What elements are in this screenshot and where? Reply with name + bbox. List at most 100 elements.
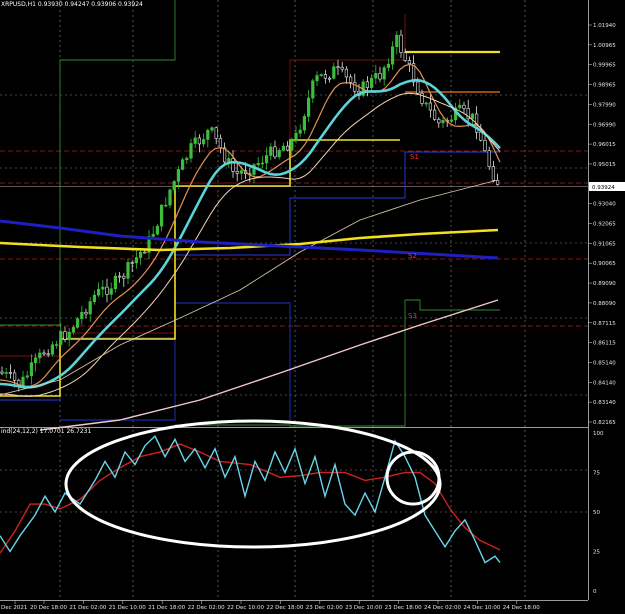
candle-body	[495, 180, 500, 185]
candle-body	[33, 357, 38, 364]
candle-body	[264, 155, 269, 164]
candle-body	[332, 66, 336, 79]
price-tick-label: 0.85140	[593, 360, 616, 366]
price-tick-label: 0.95015	[593, 162, 616, 168]
candle-body	[382, 67, 386, 80]
candle-body	[344, 68, 349, 78]
candle-body	[260, 162, 265, 165]
candle-body	[185, 157, 189, 161]
candle-body	[340, 66, 344, 70]
time-tick-label: 22 Dec 02:00	[188, 605, 225, 611]
candle-body	[13, 372, 17, 381]
candle-body	[407, 60, 412, 64]
candle-body	[298, 129, 302, 134]
price-axis: 1.01940 1.00965 0.99965 0.98965 0.97990 0.969…	[588, 23, 616, 426]
candle-body	[269, 146, 273, 156]
candle-body	[487, 150, 491, 167]
candle-body	[143, 251, 147, 254]
candle-body	[336, 66, 340, 69]
candle-body	[8, 372, 13, 374]
candle-body	[176, 169, 181, 182]
candle-body	[416, 81, 420, 94]
candle-body	[374, 73, 378, 79]
candle-body	[0, 371, 4, 374]
pivot-label-s1: S1	[410, 153, 419, 161]
time-tick-label: 22 Dec 18:00	[266, 605, 303, 611]
candle-body	[193, 137, 197, 144]
candle-body	[118, 275, 122, 278]
candle-body	[353, 82, 357, 92]
time-tick-label: 24 Dec 02:00	[424, 605, 461, 611]
candle-body	[441, 120, 445, 124]
candle-body	[4, 372, 8, 374]
candle-body	[311, 80, 315, 99]
price-tick-label: 0.87115	[593, 321, 616, 327]
candle-body	[231, 158, 235, 172]
symbol-title: XRPUSD,H1 0.93930 0.94247 0.93906 0.9392…	[1, 1, 143, 8]
candle-body	[155, 225, 160, 235]
candle-body	[458, 104, 462, 109]
time-tick-label: 23 Dec 18:00	[385, 605, 422, 611]
price-tick-label: 0.91065	[593, 241, 616, 247]
price-tick-label: 0.92065	[593, 222, 616, 228]
candle-body	[306, 97, 311, 117]
candle-body	[122, 275, 126, 279]
candle-body	[479, 131, 483, 141]
price-tick-label: 0.93040	[593, 202, 616, 208]
candle-body	[139, 251, 143, 258]
candle-body	[134, 257, 139, 264]
candle-body	[54, 344, 59, 346]
candle-body	[168, 189, 172, 206]
time-tick-label: 24 Dec 10:00	[463, 605, 500, 611]
oscillator-tick-label: 100	[593, 431, 604, 437]
candle-body	[239, 170, 244, 174]
indicator-title: ind(24,12,2) 17.0701 26.7231	[1, 428, 91, 435]
oscillator-tick-label: 50	[593, 510, 600, 516]
candle-body	[428, 102, 433, 111]
candle-body	[302, 116, 307, 131]
price-tick-label: 1.00965	[593, 43, 616, 49]
candle-body	[294, 132, 298, 141]
price-chart[interactable]: 1.01940 1.00965 0.99965 0.98965 0.97990 0.969…	[0, 0, 625, 614]
time-tick-label: 21 Dec 18:00	[148, 605, 185, 611]
oscillator-tick-label: 0	[593, 589, 597, 595]
price-tick-label: 0.97990	[593, 102, 616, 108]
price-tick-label: 0.96990	[593, 122, 616, 128]
candle-body	[67, 331, 71, 340]
candle-body	[42, 352, 46, 355]
candle-body	[92, 294, 96, 302]
candle-body	[197, 137, 202, 145]
candle-body	[214, 127, 218, 139]
candle-body	[285, 145, 290, 151]
candle-body	[319, 74, 323, 76]
candle-body	[390, 46, 395, 65]
candle-body	[38, 352, 42, 359]
candle-body	[113, 275, 117, 290]
candle-body	[399, 34, 403, 53]
candle-body	[71, 327, 75, 333]
candle-body	[63, 331, 67, 340]
time-tick-label: 23 Dec 10:00	[345, 605, 382, 611]
candle-body	[403, 52, 407, 61]
candle-body	[432, 109, 437, 120]
candle-body	[323, 74, 328, 79]
candle-body	[424, 102, 428, 105]
candle-body	[88, 301, 92, 315]
candle-body	[386, 63, 391, 68]
candle-body	[483, 140, 487, 151]
price-tick-label: 0.86115	[593, 341, 616, 347]
candle-body	[164, 204, 168, 207]
oscillator-tick-label: 75	[593, 471, 600, 477]
pivot-label-s3: S3	[408, 312, 417, 320]
time-tick-label: 22 Dec 10:00	[227, 605, 264, 611]
candle-body	[365, 81, 370, 88]
time-tick-label: Dec 2021	[1, 605, 27, 611]
price-tick-label: 0.99965	[593, 63, 616, 69]
candle-body	[449, 119, 454, 122]
candle-body	[470, 113, 475, 120]
price-tick-label: 0.88090	[593, 301, 616, 307]
price-tick-label: 0.96015	[593, 142, 616, 148]
candle-body	[395, 34, 399, 48]
candle-body	[126, 262, 130, 279]
candle-body	[210, 127, 214, 131]
